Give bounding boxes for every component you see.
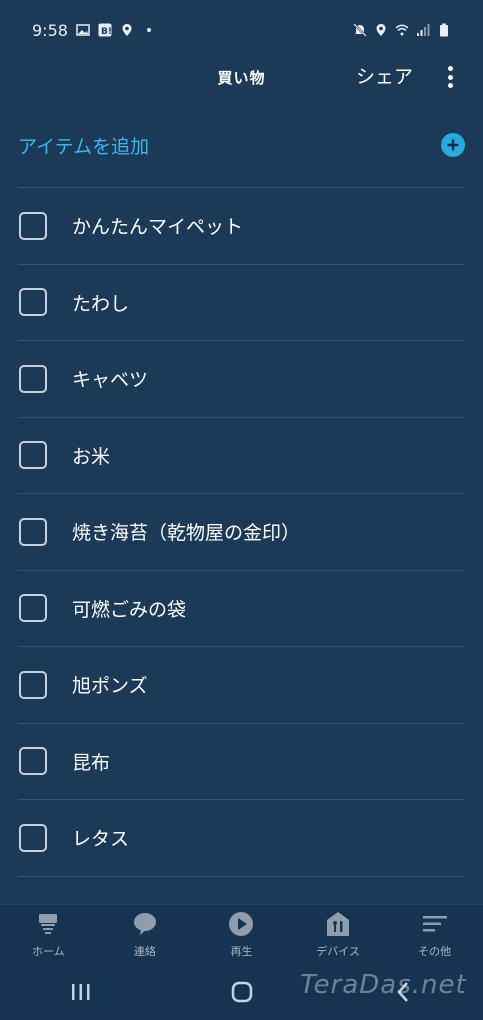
- item-checkbox[interactable]: [19, 747, 47, 776]
- chat-icon: [132, 911, 158, 937]
- item-checkbox[interactable]: [19, 594, 47, 623]
- menu-icon: [422, 911, 448, 937]
- home-icon: [35, 911, 61, 937]
- item-checkbox[interactable]: [19, 288, 47, 317]
- bottom-nav: ホーム 連絡 再生 デバイス その他: [0, 904, 483, 964]
- more-options-icon[interactable]: [440, 64, 460, 90]
- nav-label: ホーム: [31, 944, 65, 958]
- recent-apps-button[interactable]: [51, 972, 111, 1012]
- status-time: 9:58: [32, 20, 68, 40]
- item-label: 可燃ごみの袋: [72, 598, 187, 621]
- item-checkbox[interactable]: [19, 364, 47, 393]
- app-header: 買い物 シェア: [0, 60, 483, 94]
- item-checkbox[interactable]: [19, 670, 47, 699]
- item-checkbox[interactable]: [19, 823, 47, 852]
- share-button[interactable]: シェア: [356, 62, 413, 89]
- play-icon: [228, 911, 254, 937]
- nav-label: デバイス: [316, 944, 360, 958]
- nav-item-communicate[interactable]: 連絡: [100, 911, 190, 959]
- item-label: たわし: [72, 292, 130, 315]
- item-checkbox[interactable]: [19, 517, 47, 546]
- list-item[interactable]: かんたんマイペット: [18, 188, 465, 265]
- signal-icon: [416, 23, 430, 37]
- location-icon: [120, 23, 134, 37]
- list-item[interactable]: 可燃ごみの袋: [18, 571, 465, 647]
- image-icon: [76, 23, 90, 37]
- nav-item-home[interactable]: ホーム: [3, 911, 93, 959]
- nav-item-devices[interactable]: デバイス: [293, 911, 383, 959]
- home-button[interactable]: [212, 972, 272, 1012]
- item-label: お米: [72, 445, 111, 468]
- nav-label: 連絡: [133, 944, 156, 958]
- wifi-icon: [395, 23, 409, 37]
- item-label: 旭ポンズ: [72, 675, 148, 698]
- item-checkbox[interactable]: [19, 211, 47, 240]
- devices-icon: [325, 911, 351, 937]
- nav-item-more[interactable]: その他: [390, 911, 480, 959]
- add-item-label[interactable]: アイテムを追加: [18, 132, 149, 159]
- item-label: レタス: [72, 828, 130, 851]
- status-bar: 9:58 B!: [0, 0, 483, 60]
- add-item-plus-icon[interactable]: [441, 133, 465, 157]
- list-item[interactable]: お米: [18, 418, 465, 494]
- dot-icon: [142, 23, 156, 37]
- battery-icon: [437, 23, 451, 37]
- list-item[interactable]: キャベツ: [18, 341, 465, 418]
- list-item[interactable]: レタス: [18, 800, 465, 877]
- location-icon: [374, 23, 388, 37]
- list-item[interactable]: 焼き海苔（乾物屋の金印）: [18, 494, 465, 571]
- item-label: 焼き海苔（乾物屋の金印）: [72, 522, 301, 545]
- svg-text:B!: B!: [101, 27, 112, 37]
- shopping-list: かんたんマイペット たわし キャベツ お米 焼き海苔（乾物屋の金印） 可燃ごみの…: [18, 187, 465, 877]
- mute-icon: [353, 23, 367, 37]
- nav-item-play[interactable]: 再生: [196, 911, 286, 959]
- watermark-text: TeraDas.net: [300, 970, 467, 1000]
- add-item-row[interactable]: アイテムを追加: [18, 124, 465, 166]
- list-item[interactable]: 旭ポンズ: [18, 647, 465, 724]
- nav-label: その他: [418, 944, 452, 958]
- list-item[interactable]: 昆布: [18, 724, 465, 800]
- item-checkbox[interactable]: [19, 441, 47, 470]
- item-label: 昆布: [72, 751, 111, 774]
- item-label: かんたんマイペット: [72, 216, 244, 239]
- list-item[interactable]: たわし: [18, 265, 465, 341]
- hatena-bookmark-icon: B!: [98, 23, 112, 37]
- item-label: キャベツ: [72, 369, 149, 392]
- nav-label: 再生: [230, 944, 253, 958]
